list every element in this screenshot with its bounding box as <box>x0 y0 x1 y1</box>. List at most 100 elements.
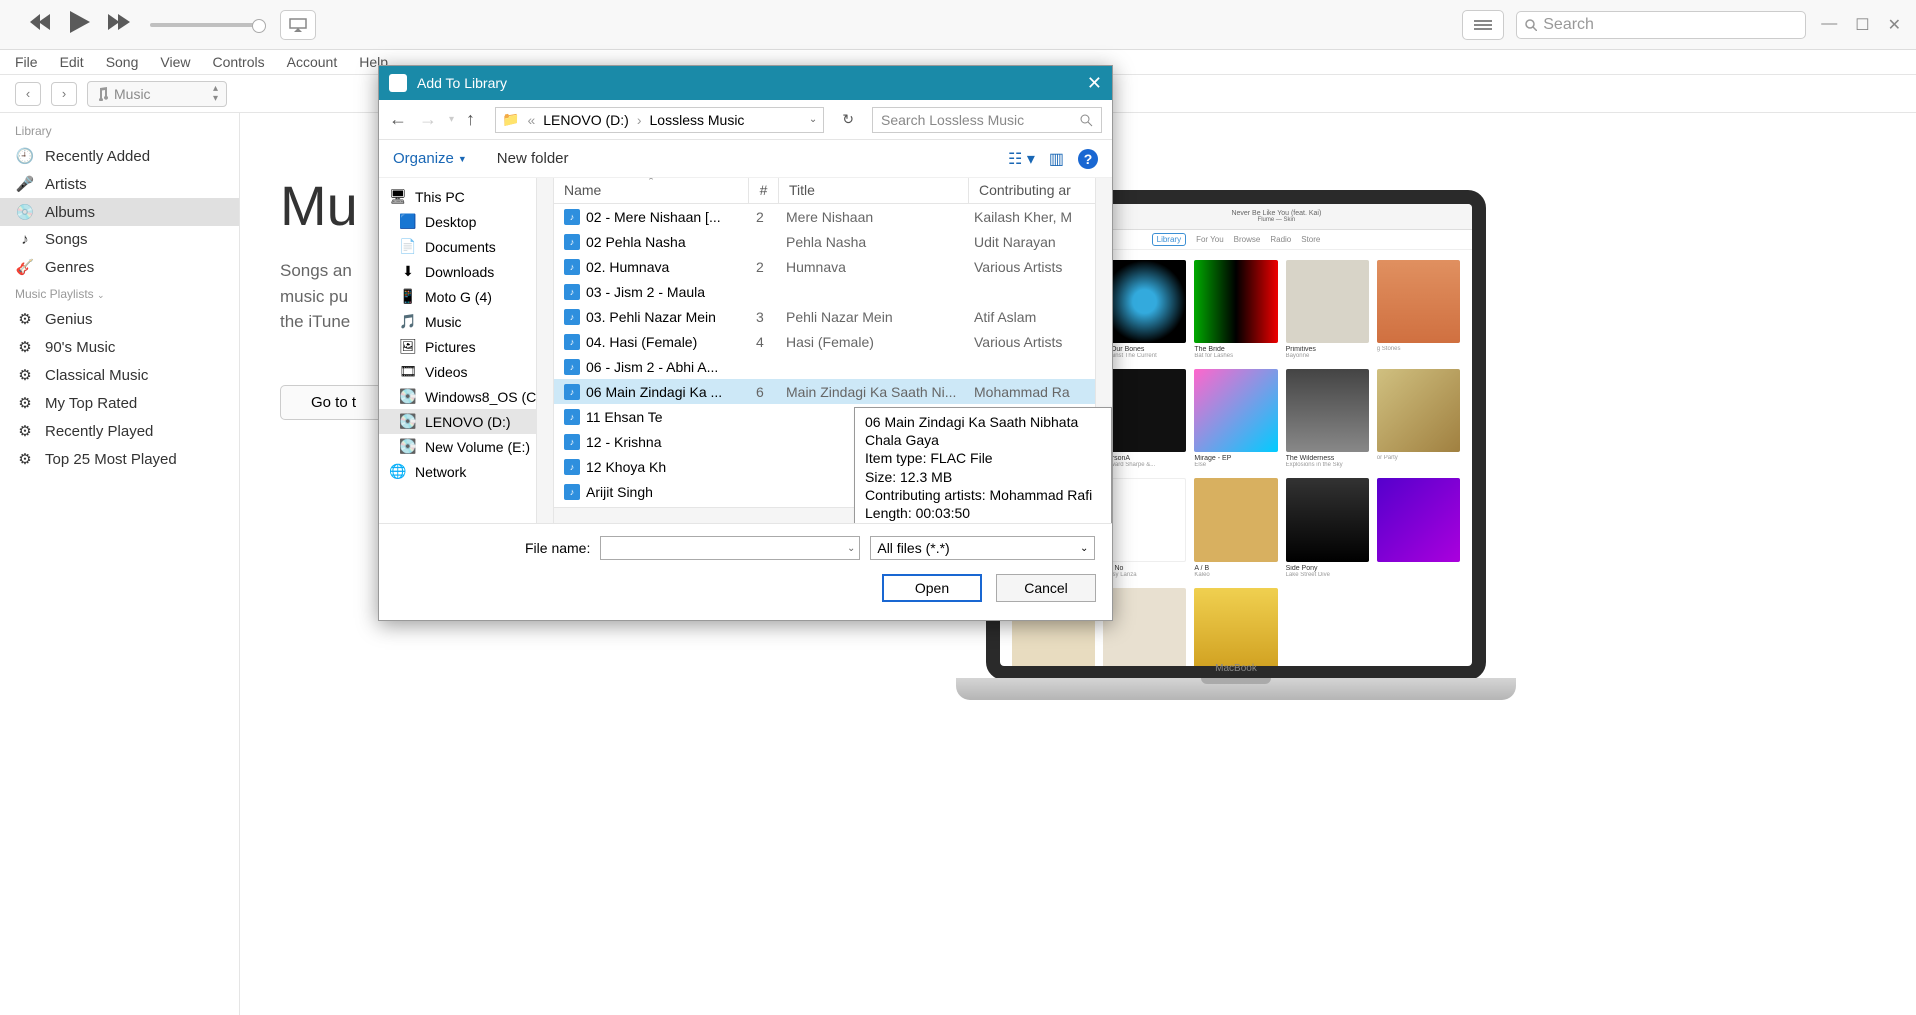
album-item[interactable]: Mirage - EPElse <box>1194 369 1277 468</box>
refresh-button[interactable]: ↻ <box>842 111 854 128</box>
volume-slider[interactable] <box>150 23 260 27</box>
column-name[interactable]: Name⌃ <box>554 178 749 203</box>
sidebar-item-genius[interactable]: ⚙Genius <box>0 305 239 333</box>
mac-tab-radio[interactable]: Radio <box>1270 235 1291 244</box>
dialog-back-button[interactable]: ← <box>389 109 407 130</box>
tree-item-network[interactable]: 🌐Network <box>379 459 553 484</box>
album-item[interactable] <box>1103 588 1186 674</box>
file-row[interactable]: ♪02 Pehla NashaPehla NashaUdit Narayan <box>554 229 1112 254</box>
help-button[interactable]: ? <box>1078 149 1098 169</box>
airplay-button[interactable] <box>280 10 316 40</box>
album-item[interactable] <box>1377 478 1460 577</box>
mac-tab-foryou[interactable]: For You <box>1196 235 1224 244</box>
view-options-button[interactable]: ☷ ▾ <box>1008 149 1035 169</box>
album-item[interactable]: In Our BonesAgainst The Current <box>1103 260 1186 359</box>
open-button[interactable]: Open <box>882 574 982 602</box>
file-row[interactable]: ♪03 - Jism 2 - Maula <box>554 279 1112 304</box>
list-view-button[interactable] <box>1462 10 1504 40</box>
dialog-up-button[interactable]: ↑ <box>466 109 475 130</box>
playback-controls <box>30 11 130 38</box>
filename-input[interactable]: ⌄ <box>600 536 860 560</box>
tree-item-moto-g-4-[interactable]: 📱Moto G (4) <box>379 284 553 309</box>
close-button[interactable]: ✕ <box>1888 15 1901 35</box>
new-folder-button[interactable]: New folder <box>497 150 569 167</box>
dialog-search-input[interactable]: Search Lossless Music <box>872 107 1102 133</box>
column-number[interactable]: # <box>749 178 779 203</box>
tree-item-music[interactable]: 🎵Music <box>379 309 553 334</box>
tree-item-lenovo-d-[interactable]: 💽LENOVO (D:) <box>379 409 553 434</box>
filetype-select[interactable]: All files (*.*)⌄ <box>870 536 1095 560</box>
album-item[interactable]: The BrideBat for Lashes <box>1194 260 1277 359</box>
file-row[interactable]: ♪04. Hasi (Female)4Hasi (Female)Various … <box>554 329 1112 354</box>
file-row[interactable]: ♪03. Pehli Nazar Mein3Pehli Nazar MeinAt… <box>554 304 1112 329</box>
album-item[interactable]: PersonAEdward Sharpe &... <box>1103 369 1186 468</box>
tree-item-documents[interactable]: 📄Documents <box>379 234 553 259</box>
mac-tab-store[interactable]: Store <box>1301 235 1320 244</box>
file-row[interactable]: ♪06 Main Zindagi Ka ...6Main Zindagi Ka … <box>554 379 1112 404</box>
mac-tab-browse[interactable]: Browse <box>1234 235 1261 244</box>
tree-item-new-volume-e-[interactable]: 💽New Volume (E:) <box>379 434 553 459</box>
sidebar-item-genres[interactable]: 🎸Genres <box>0 253 239 281</box>
breadcrumb-drive[interactable]: LENOVO (D:) <box>543 112 629 128</box>
library-dropdown[interactable]: Music ▴▾ <box>87 81 227 107</box>
dialog-recent-button[interactable]: ▾ <box>449 114 454 125</box>
menu-file[interactable]: File <box>15 54 38 70</box>
tree-item-downloads[interactable]: ⬇Downloads <box>379 259 553 284</box>
mac-tab-library[interactable]: Library <box>1152 233 1186 246</box>
add-to-library-dialog: ♫ Add To Library ✕ ← → ▾ ↑ 📁 « LENOVO (D… <box>378 65 1113 621</box>
menu-song[interactable]: Song <box>106 54 139 70</box>
album-item[interactable]: g Stones <box>1377 260 1460 359</box>
file-row[interactable]: ♪02. Humnava2HumnavaVarious Artists <box>554 254 1112 279</box>
dialog-forward-button[interactable]: → <box>419 109 437 130</box>
sidebar-item-classical-music[interactable]: ⚙Classical Music <box>0 361 239 389</box>
goto-button[interactable]: Go to t <box>280 385 387 420</box>
search-input[interactable]: Search <box>1516 11 1806 39</box>
sidebar-item-albums[interactable]: 💿Albums <box>0 198 239 226</box>
album-item[interactable]: or Party <box>1377 369 1460 468</box>
album-item[interactable] <box>1194 588 1277 674</box>
previous-button[interactable] <box>30 14 52 35</box>
album-item[interactable]: PrimitivesBayonne <box>1286 260 1369 359</box>
tree-item-this-pc[interactable]: 🖥This PC <box>379 184 553 209</box>
album-item[interactable]: Side PonyLake Street Dive <box>1286 478 1369 577</box>
maximize-button[interactable]: ☐ <box>1855 15 1869 35</box>
nav-back-button[interactable]: ‹ <box>15 82 41 106</box>
sidebar-item-my-top-rated[interactable]: ⚙My Top Rated <box>0 389 239 417</box>
tree-item-windows8-os-c[interactable]: 💽Windows8_OS (C <box>379 384 553 409</box>
drive-icon: 💽 <box>399 388 417 405</box>
album-item[interactable]: The WildernessExplosions in the Sky <box>1286 369 1369 468</box>
breadcrumb-dropdown-icon[interactable]: ⌄ <box>809 114 817 125</box>
nav-forward-button[interactable]: › <box>51 82 77 106</box>
sidebar-item-artists[interactable]: 🎤Artists <box>0 170 239 198</box>
cancel-button[interactable]: Cancel <box>996 574 1096 602</box>
minimize-button[interactable]: — <box>1821 15 1837 35</box>
column-artist[interactable]: Contributing ar <box>969 178 1112 203</box>
organize-button[interactable]: Organize ▼ <box>393 150 467 167</box>
sidebar-item-90-s-music[interactable]: ⚙90's Music <box>0 333 239 361</box>
sidebar-item-top-25-most-played[interactable]: ⚙Top 25 Most Played <box>0 445 239 473</box>
file-row[interactable]: ♪02 - Mere Nishaan [...2Mere NishaanKail… <box>554 204 1112 229</box>
menu-edit[interactable]: Edit <box>60 54 84 70</box>
breadcrumb[interactable]: 📁 « LENOVO (D:) › Lossless Music ⌄ <box>495 107 824 133</box>
menu-view[interactable]: View <box>160 54 190 70</box>
album-item[interactable]: A / BKaleo <box>1194 478 1277 577</box>
file-row[interactable]: ♪06 - Jism 2 - Abhi A... <box>554 354 1112 379</box>
sidebar-item-songs[interactable]: ♪Songs <box>0 226 239 253</box>
tree-item-pictures[interactable]: 🖼Pictures <box>379 334 553 359</box>
next-button[interactable] <box>108 14 130 35</box>
album-item[interactable]: Oh NoJessy Lanza <box>1103 478 1186 577</box>
preview-pane-button[interactable]: ▥ <box>1049 149 1064 169</box>
chevron-down-icon[interactable]: ⌄ <box>847 543 855 554</box>
chevron-down-icon: ⌄ <box>1080 543 1088 554</box>
play-button[interactable] <box>70 11 90 38</box>
sidebar-item-recently-played[interactable]: ⚙Recently Played <box>0 417 239 445</box>
column-title[interactable]: Title <box>779 178 969 203</box>
dialog-close-button[interactable]: ✕ <box>1087 73 1102 94</box>
breadcrumb-folder[interactable]: Lossless Music <box>650 112 745 128</box>
tree-item-videos[interactable]: 🎞Videos <box>379 359 553 384</box>
menu-controls[interactable]: Controls <box>212 54 264 70</box>
album-artist: g Stones <box>1377 346 1460 352</box>
tree-item-desktop[interactable]: 🟦Desktop <box>379 209 553 234</box>
menu-account[interactable]: Account <box>287 54 338 70</box>
sidebar-item-recently-added[interactable]: 🕘Recently Added <box>0 142 239 170</box>
